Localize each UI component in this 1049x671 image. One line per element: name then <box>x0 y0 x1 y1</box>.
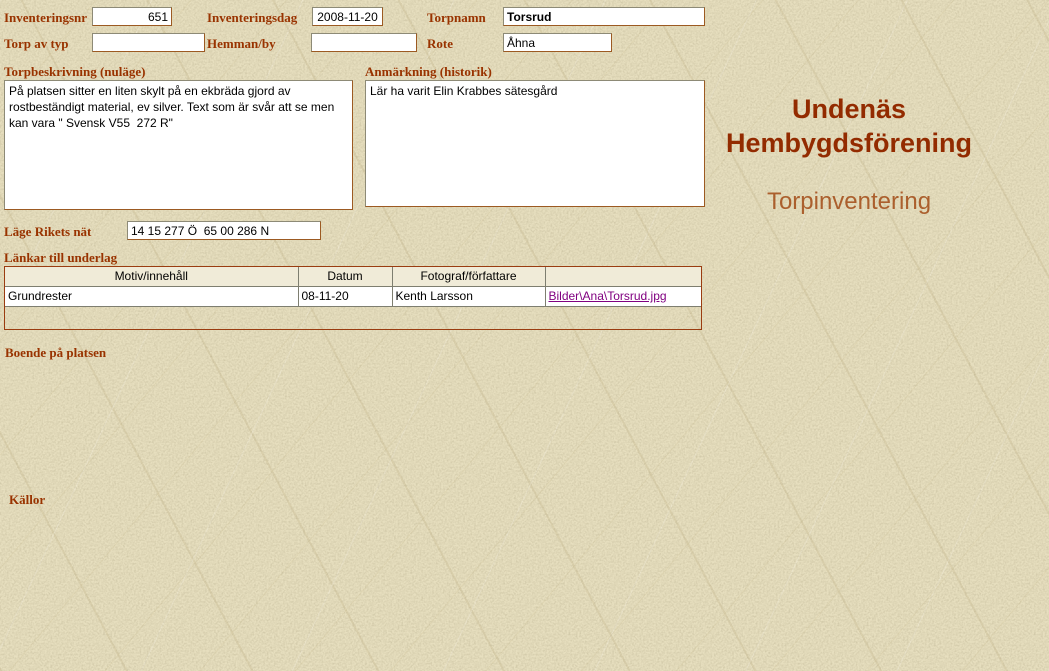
torpnamn-input[interactable] <box>503 7 705 26</box>
boende-pa-platsen-label: Boende på platsen <box>5 345 107 360</box>
lage-rikets-nat-label: Läge Rikets nät <box>4 224 92 239</box>
underlag-table-container: Motiv/innehåll Datum Fotograf/författare… <box>4 266 702 330</box>
cell-link: Bilder\Ana\Torsrud.jpg <box>545 286 701 307</box>
torp-av-typ-input[interactable] <box>92 33 205 52</box>
branding-panel: Undenäs Hembygdsförening Torpinventering <box>694 92 1004 216</box>
lankar-till-underlag-label: Länkar till underlag <box>4 250 118 265</box>
cell-datum: 08-11-20 <box>298 286 393 307</box>
org-title: Undenäs Hembygdsförening <box>725 94 973 158</box>
torpnamn-label: Torpnamn <box>427 10 486 25</box>
header-motiv: Motiv/innehåll <box>5 267 299 287</box>
header-fotograf: Fotograf/författare <box>392 267 546 287</box>
cell-fotograf: Kenth Larsson <box>392 286 546 307</box>
table-row: Grundrester 08-11-20 Kenth Larsson Bilde… <box>5 286 701 307</box>
torpbeskrivning-textarea[interactable]: På platsen sitter en liten skylt på en e… <box>4 80 353 210</box>
anmarkning-textarea[interactable]: Lär ha varit Elin Krabbes sätesgård <box>365 80 705 207</box>
torp-av-typ-label: Torp av typ <box>4 36 69 51</box>
torpinventering-page: Inventeringsnr Inventeringsdag Torpnamn … <box>0 0 1049 671</box>
rote-input[interactable] <box>503 33 612 52</box>
cell-motiv: Grundrester <box>5 286 299 307</box>
underlag-table: Motiv/innehåll Datum Fotograf/författare… <box>5 267 701 307</box>
inventeringsdag-label: Inventeringsdag <box>207 10 298 25</box>
app-subtitle: Torpinventering <box>766 188 932 215</box>
table-header-row: Motiv/innehåll Datum Fotograf/författare <box>5 267 701 287</box>
form-content: Inventeringsnr Inventeringsdag Torpnamn … <box>0 0 1049 671</box>
kallor-label: Källor <box>9 492 46 507</box>
inventeringsnr-input[interactable] <box>92 7 172 26</box>
header-datum: Datum <box>298 267 393 287</box>
header-link <box>545 267 701 287</box>
inventeringsdag-input[interactable] <box>312 7 383 26</box>
torpbeskrivning-label: Torpbeskrivning (nuläge) <box>4 64 146 79</box>
hemman-by-input[interactable] <box>311 33 417 52</box>
hemman-by-label: Hemman/by <box>207 36 276 51</box>
photo-file-link[interactable]: Bilder\Ana\Torsrud.jpg <box>549 289 667 303</box>
rote-label: Rote <box>427 36 453 51</box>
lage-rikets-nat-input[interactable] <box>127 221 321 240</box>
inventeringsnr-label: Inventeringsnr <box>4 10 88 25</box>
anmarkning-label: Anmärkning (historik) <box>365 64 492 79</box>
